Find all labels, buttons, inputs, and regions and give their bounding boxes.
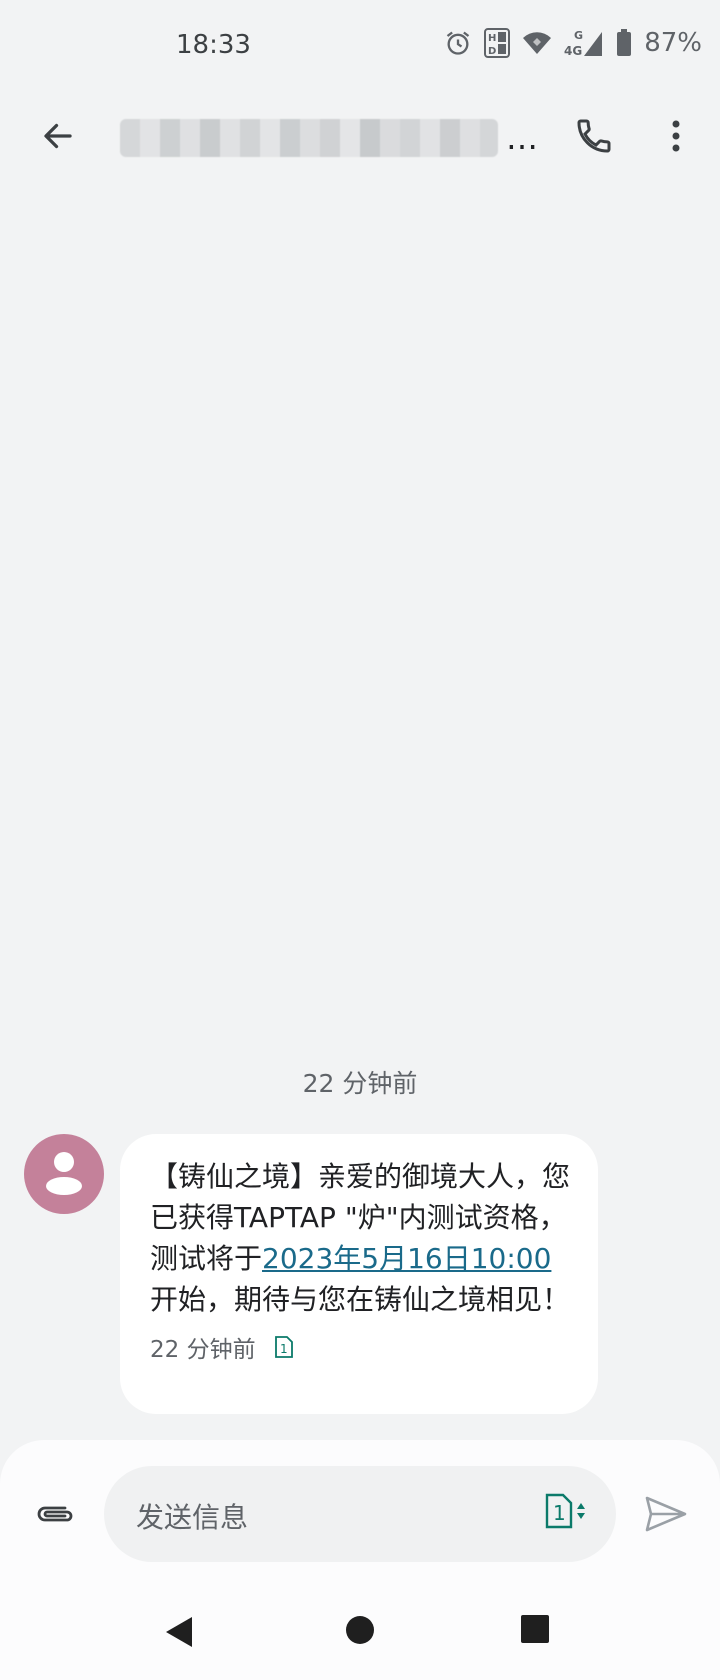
battery-icon [616, 29, 632, 57]
more-options-button[interactable] [648, 110, 704, 166]
redacted-contact-name [120, 119, 498, 157]
sim-card-icon: 1 [274, 1335, 294, 1359]
message-text: 【铸仙之境】亲爱的御境大人，您已获得TAPTAP "炉"内测试资格，测试将于20… [150, 1156, 570, 1320]
send-button[interactable] [638, 1488, 694, 1544]
hd-icon: HD [484, 28, 511, 58]
message-meta: 22 分钟前 1 [150, 1330, 570, 1364]
person-icon [42, 1148, 86, 1200]
contact-title-ellipsis: … [506, 119, 540, 157]
battery-percent: 87% [644, 28, 702, 58]
status-time: 18:33 [176, 30, 251, 60]
wifi-icon [522, 30, 552, 56]
network-4g-icon: G 4G [564, 28, 604, 58]
sim-selector-button[interactable]: 1 [544, 1492, 586, 1534]
contact-title[interactable]: … [120, 118, 540, 158]
nav-back-icon[interactable] [162, 1614, 196, 1654]
message-input-placeholder: 发送信息 [136, 1501, 249, 1534]
alarm-icon [444, 29, 472, 57]
sim-toggle-arrows-icon [576, 1500, 586, 1526]
svg-text:G: G [574, 29, 583, 42]
more-vert-icon [670, 118, 682, 158]
svg-text:H: H [488, 33, 496, 44]
message-text-after: 开始，期待与您在铸仙之境相见！ [150, 1283, 571, 1316]
arrow-back-icon [40, 118, 76, 158]
compose-sim-slot: 1 [553, 1501, 566, 1525]
app-bar: … [0, 96, 720, 182]
navigation-bar [0, 1590, 720, 1680]
nav-recents-icon[interactable] [520, 1614, 550, 1648]
svg-text:4G: 4G [564, 44, 582, 58]
message-sim-slot: 1 [280, 1342, 288, 1356]
sim-card-icon: 1 [544, 1492, 574, 1534]
message-timestamp: 22 分钟前 [150, 1337, 256, 1363]
phone-icon [574, 116, 614, 160]
message-bubble[interactable]: 【铸仙之境】亲爱的御境大人，您已获得TAPTAP "炉"内测试资格，测试将于20… [120, 1134, 598, 1414]
attach-button[interactable] [28, 1488, 84, 1544]
conversation-timestamp: 22 分钟前 [302, 1069, 418, 1098]
back-button[interactable] [30, 110, 86, 166]
svg-text:D: D [488, 46, 496, 57]
call-button[interactable] [566, 110, 622, 166]
status-bar: 18:33 HD G 4G 87% [0, 0, 720, 96]
message-input[interactable]: 发送信息 1 [104, 1466, 616, 1562]
paperclip-icon [35, 1502, 77, 1530]
message-date-link[interactable]: 2023年5月16日10:00 [262, 1242, 551, 1275]
nav-home-icon[interactable] [344, 1614, 376, 1650]
contact-avatar[interactable] [24, 1134, 104, 1214]
status-icons: HD G 4G 87% [444, 28, 702, 58]
send-icon [644, 1494, 688, 1538]
